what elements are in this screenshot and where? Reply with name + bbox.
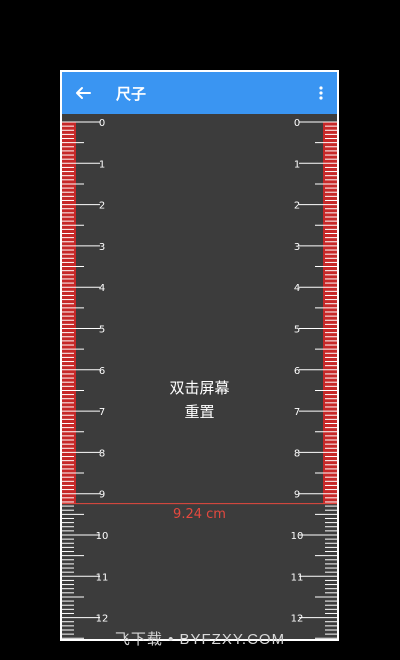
cm-label-left: 1 (99, 159, 105, 170)
cm-label-left: 3 (99, 242, 105, 253)
arrow-left-icon (76, 87, 91, 99)
cm-label-right: 9 (294, 490, 300, 501)
cm-label-left: 2 (99, 201, 105, 212)
measured-strip-right (323, 122, 337, 504)
more-vertical-icon (319, 86, 323, 100)
cm-label-right: 10 (291, 531, 304, 542)
cm-label-right: 4 (294, 283, 300, 294)
cm-label-right: 3 (294, 242, 300, 253)
cm-label-right: 11 (291, 572, 304, 583)
watermark-text: 飞下载 • BYFZXY.COM (114, 631, 286, 648)
page-title: 尺子 (116, 84, 147, 103)
app-screen: 尺子 0 0 1 1 2 2 3 3 4 4 5 5 6 6 7 7 8 8 9 9 10 10 11 11 12 12 双击屏幕… (62, 72, 337, 639)
cm-label-right: 5 (294, 325, 300, 336)
cm-label-right: 0 (294, 118, 300, 129)
overflow-menu-button[interactable] (305, 72, 337, 114)
cm-label-left: 11 (96, 572, 109, 583)
cm-label-left: 4 (99, 283, 105, 294)
cm-label-left: 0 (99, 118, 105, 129)
cm-label-left: 9 (99, 490, 105, 501)
cm-label-left: 8 (99, 448, 105, 459)
app-bar: 尺子 (62, 72, 337, 114)
reset-hint-line2: 重置 (184, 403, 215, 421)
reset-hint: 双击屏幕 重置 (62, 376, 337, 424)
cm-label-right: 8 (294, 448, 300, 459)
phone-frame: 尺子 0 0 1 1 2 2 3 3 4 4 5 5 6 6 7 7 8 8 9 9 10 10 11 11 12 12 双击屏幕… (60, 70, 339, 641)
cm-label-left: 5 (99, 325, 105, 336)
cm-label-right: 1 (294, 159, 300, 170)
ruler-area[interactable]: 0 0 1 1 2 2 3 3 4 4 5 5 6 6 7 7 8 8 9 9 10 10 11 11 12 12 双击屏幕 重置… (62, 114, 337, 639)
reset-hint-line1: 双击屏幕 (169, 379, 230, 397)
back-button[interactable] (62, 72, 104, 114)
cm-label-right: 2 (294, 201, 300, 212)
measured-strip-left (62, 122, 76, 504)
cm-label-left: 12 (96, 614, 109, 625)
measurement-readout: 9.24 cm (173, 506, 226, 522)
cm-label-right: 12 (291, 614, 304, 625)
cm-label-left: 10 (96, 531, 109, 542)
